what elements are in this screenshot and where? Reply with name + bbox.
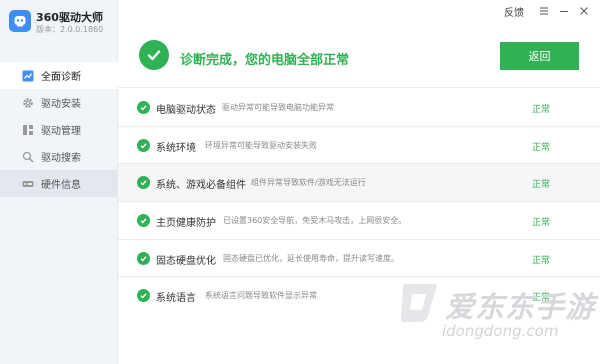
watermark-title: 爱东东手游 bbox=[445, 290, 596, 324]
item-title: 系统语言 bbox=[156, 293, 196, 305]
item-description: 组件异常导致软件/游戏无法运行 bbox=[251, 178, 366, 188]
chart-icon bbox=[22, 70, 34, 82]
item-title: 固态硬盘优化 bbox=[156, 255, 216, 267]
diagnosis-list: 电脑驱动状态 驱动异常可能导致电脑功能异常 正常 系统环境 环境异常可能导致驱动… bbox=[118, 89, 600, 315]
app-title: 360驱动大师 bbox=[36, 11, 103, 24]
close-icon[interactable] bbox=[576, 3, 592, 19]
status-badge: 正常 bbox=[532, 255, 551, 266]
sidebar-item-label: 驱动搜索 bbox=[41, 153, 81, 164]
status-badge: 正常 bbox=[532, 105, 551, 115]
check-icon bbox=[137, 138, 150, 152]
list-item: 系统环境 环境异常可能导致驱动安装失败 正常 bbox=[118, 127, 600, 165]
sidebar-item-label: 驱动安装 bbox=[41, 99, 81, 110]
check-icon bbox=[137, 176, 150, 190]
grid-icon bbox=[22, 124, 34, 136]
watermark-logo-icon bbox=[398, 280, 440, 329]
app-logo-icon bbox=[9, 10, 31, 32]
hardware-icon bbox=[22, 178, 34, 190]
status-badge: 正常 bbox=[532, 142, 551, 153]
result-banner: 诊断完成，您的电脑全部正常 返回 bbox=[118, 22, 600, 88]
check-icon bbox=[137, 214, 150, 228]
sidebar-item-driver-search[interactable]: 驱动搜索 bbox=[0, 143, 118, 170]
title-bar: 反馈 bbox=[118, 0, 600, 22]
return-button[interactable]: 返回 bbox=[500, 42, 579, 70]
search-icon bbox=[22, 151, 34, 163]
minimize-icon[interactable] bbox=[556, 3, 572, 19]
list-item: 电脑驱动状态 驱动异常可能导致电脑功能异常 正常 bbox=[118, 89, 600, 127]
sidebar-item-label: 全面诊断 bbox=[41, 72, 81, 83]
menu-icon[interactable] bbox=[536, 3, 552, 19]
list-item: 固态硬盘优化 固态硬盘已优化，延长使用寿命，提升读写速度。 正常 bbox=[118, 240, 600, 278]
item-description: 已设置360安全导航，免受木马攻击，上网很安全。 bbox=[223, 216, 407, 226]
sidebar-item-full-diagnosis[interactable]: 全面诊断 bbox=[0, 62, 118, 89]
item-description: 驱动异常可能导致电脑功能异常 bbox=[222, 103, 334, 112]
item-description: 环境异常可能导致驱动安装失败 bbox=[205, 140, 317, 150]
sidebar: 360驱动大师 版本：2.0.0.1860 全面诊断 驱动安装 驱动管理 驱动搜… bbox=[0, 0, 118, 364]
item-title: 电脑驱动状态 bbox=[156, 105, 216, 116]
status-badge: 正常 bbox=[532, 218, 551, 229]
item-title: 系统环境 bbox=[156, 142, 196, 154]
success-check-icon bbox=[139, 40, 169, 70]
item-description: 固态硬盘已优化，延长使用寿命，提升读写速度。 bbox=[223, 253, 399, 263]
item-description: 系统语言问题导致软件显示异常 bbox=[205, 291, 317, 301]
sidebar-nav: 全面诊断 驱动安装 驱动管理 驱动搜索 硬件信息 bbox=[0, 62, 118, 197]
check-icon bbox=[137, 251, 150, 265]
sidebar-item-driver-manage[interactable]: 驱动管理 bbox=[0, 116, 118, 143]
list-item: 主页健康防护 已设置360安全导航，免受木马攻击，上网很安全。 正常 bbox=[118, 202, 600, 240]
app-version: 版本：2.0.0.1860 bbox=[36, 25, 104, 34]
sidebar-item-label: 硬件信息 bbox=[41, 180, 81, 191]
feedback-link[interactable]: 反馈 bbox=[504, 4, 524, 19]
list-item: 系统、游戏必备组件 组件异常导致软件/游戏无法运行 正常 bbox=[118, 164, 600, 203]
sidebar-item-driver-install[interactable]: 驱动安装 bbox=[0, 89, 118, 116]
sidebar-item-label: 驱动管理 bbox=[41, 126, 81, 137]
sidebar-item-hardware-info[interactable]: 硬件信息 bbox=[0, 170, 118, 197]
check-icon bbox=[137, 289, 150, 303]
gear-icon bbox=[22, 97, 34, 109]
status-badge: 正常 bbox=[532, 180, 551, 191]
watermark-url: idongdong.com bbox=[442, 322, 559, 340]
check-icon bbox=[137, 101, 150, 114]
result-message: 诊断完成，您的电脑全部正常 bbox=[180, 53, 350, 68]
item-title: 系统、游戏必备组件 bbox=[156, 180, 246, 192]
item-title: 主页健康防护 bbox=[156, 218, 216, 230]
